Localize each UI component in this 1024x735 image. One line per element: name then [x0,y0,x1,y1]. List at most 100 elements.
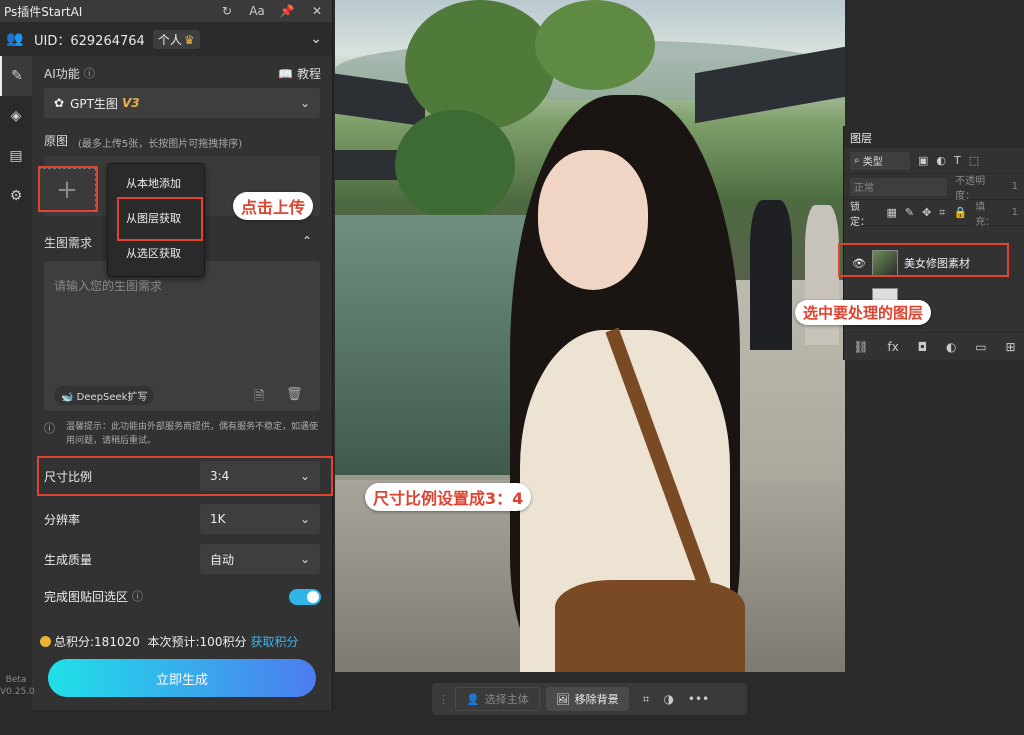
close-icon[interactable]: ✕ [302,4,332,18]
layers-icon[interactable]: ◈ [0,96,32,136]
blend-mode-select[interactable]: 正常 [850,177,948,196]
pin-icon[interactable]: 📌 [272,4,302,18]
lock-row: 锁定： ▦ ✎ ✥ ⌗ 🔒 填充： 1 [844,200,1024,228]
callout-layer: 选中要处理的图层 [795,300,932,325]
refresh-icon[interactable]: ↻ [212,4,242,18]
trash-icon[interactable]: 🗑 [286,387,303,402]
plan-badge: 个人 ♛ [152,29,200,49]
artboard-icon[interactable]: ⌗ [939,206,945,220]
woman-face [538,150,648,290]
resolution-select[interactable]: 1K ⌄ [200,504,320,534]
gear-icon[interactable]: ⚙ [0,176,32,216]
callout-upload: 点击上传 [233,192,314,220]
paste-back-toggle[interactable] [289,589,321,605]
user-bar[interactable]: 👥 UID：629264764 个人 ♛ ⌄ [0,22,332,56]
shape-filter-icon[interactable]: ⬚ [969,154,979,167]
tree [535,0,655,90]
info-icon[interactable]: ⓘ [132,588,143,604]
quality-select[interactable]: 自动 ⌄ [200,544,320,574]
chevron-down-icon[interactable]: ⌄ [310,31,322,47]
generate-button[interactable]: 立即生成 [48,659,316,697]
menu-item-local[interactable]: 从本地添加 [108,167,204,199]
plugin-sidenav: ✎ ◈ ▤ ⚙ Beta V0.25.0 [0,56,35,710]
model-select[interactable]: ✿ GPT生图 V3 ⌄ [44,88,320,118]
original-image-hint: (最多上传5张，长按图片可拖拽排序) [78,139,243,150]
paste-back-row: 完成图贴回选区 ⓘ [34,581,331,611]
move-icon[interactable]: ✥ [922,206,931,219]
crop-icon[interactable]: ⌗ [643,692,650,707]
layers-tab[interactable]: 图层 [844,126,1024,148]
version-info: Beta V0.25.0 [0,675,35,697]
uid-label: UID：629264764 [34,33,145,49]
plugin-titlebar: Ps插件StartAI ↻ Aa 📌 ✕ [0,0,332,22]
lock-pixels-icon[interactable]: ▦ [886,206,896,219]
fx-icon[interactable]: fx [887,340,898,354]
plugin-content: AI功能 ⓘ 📖 教程 ✿ GPT生图 V3 ⌄ 原图 (最多上传5张，长按图片… [34,56,331,710]
person-icon: 👤 [466,692,480,706]
image-icon: 🖼 [555,692,570,706]
kind-select[interactable]: ⌕ 类型 [850,151,910,170]
adjust-icon[interactable]: ◑ [663,692,673,706]
paste-back-label: 完成图贴回选区 [44,589,129,604]
info-icon: ⓘ [44,422,55,435]
menu-item-from-selection[interactable]: 从选区获取 [108,237,204,269]
image-filter-icon[interactable]: ▣ [918,154,928,167]
layers-footer: ⛓ fx ◘ ◐ ▭ ⊞ [844,332,1024,360]
layer-filter-row: ⌕ 类型 ▣ ◐ T ⬚ [844,148,1024,174]
history-icon[interactable]: 🗎 [254,387,264,409]
prompt-textarea[interactable]: 请输入您的生图需求 🐋 DeepSeek扩写 🗎 🗑 [44,261,320,411]
deepseek-expand-button[interactable]: 🐋 DeepSeek扩写 [54,386,155,405]
quality-row: 生成质量 自动 ⌄ [34,544,331,574]
whale-icon: 🐋 [61,392,74,403]
folder-icon[interactable]: ▭ [975,340,986,354]
ai-function-header: AI功能 ⓘ 📖 教程 [44,65,321,82]
resolution-row: 分辨率 1K ⌄ [34,504,331,534]
points-estimate: 本次预计:100积分 [147,635,247,649]
generation-requirement-label: 生图需求 [44,236,93,250]
prompt-placeholder: 请输入您的生图需求 [54,279,163,293]
contextual-taskbar: ⋮ 👤 选择主体 🖼 移除背景 ⌗ ◑ ••• [432,683,747,715]
fill-value[interactable]: 1 [1012,207,1018,218]
service-notice: ⓘ 温馨提示：此功能由外部服务商提供，偶有服务不稳定，如遇使用问题，请稍后重试。 [44,422,319,446]
tree [395,110,515,220]
remove-background-button[interactable]: 🖼 移除背景 [545,687,629,711]
blend-row: 正常 不透明度： 1 [844,174,1024,202]
opacity-value[interactable]: 1 [1012,181,1018,192]
points-row: 总积分:181020 本次预计:100积分 获取积分 [40,633,298,650]
adjust-filter-icon[interactable]: ◐ [936,154,946,167]
fill-label: 填充： [975,201,996,228]
plugin-title: Ps插件StartAI [4,4,83,19]
get-points-link[interactable]: 获取积分 [250,633,298,650]
book-icon: 📖 [278,66,294,81]
users-icon: 👥 [6,31,24,47]
chevron-down-icon: ⌄ [299,512,310,526]
clipboard-icon[interactable]: ▤ [0,136,32,176]
shoulder-bag [555,580,745,672]
link-icon[interactable]: ⛓ [853,340,868,354]
document-canvas[interactable] [335,0,845,672]
lock-label: 锁定： [850,201,870,228]
highlight-layer [838,243,1009,277]
select-subject-button[interactable]: 👤 选择主体 [455,687,540,711]
resolution-label: 分辨率 [44,512,81,527]
lock-icon[interactable]: 🔒 [953,206,967,219]
text-filter-icon[interactable]: T [954,154,961,167]
original-image-label: 原图 [44,134,69,148]
info-icon[interactable]: ⓘ [84,65,95,81]
font-size-icon[interactable]: Aa [242,4,272,18]
chevron-up-icon[interactable]: ⌃ [302,234,312,248]
brush-icon[interactable]: ✎ [905,206,914,219]
background-person [750,200,792,350]
highlight-upload [38,166,98,212]
mask-icon[interactable]: ◘ [918,340,928,354]
crown-icon: ♛ [183,32,195,47]
search-icon: ⌕ [854,155,860,166]
more-icon[interactable]: ••• [688,692,709,706]
chevron-down-icon: ⌄ [299,552,310,566]
tutorial-link[interactable]: 📖 教程 [278,65,321,82]
drag-handle-icon[interactable]: ⋮ [438,693,449,706]
tree [405,0,555,130]
adjustment-icon[interactable]: ◐ [946,340,956,354]
new-layer-icon[interactable]: ⊞ [1005,340,1015,354]
edit-icon[interactable]: ✎ [0,56,32,96]
